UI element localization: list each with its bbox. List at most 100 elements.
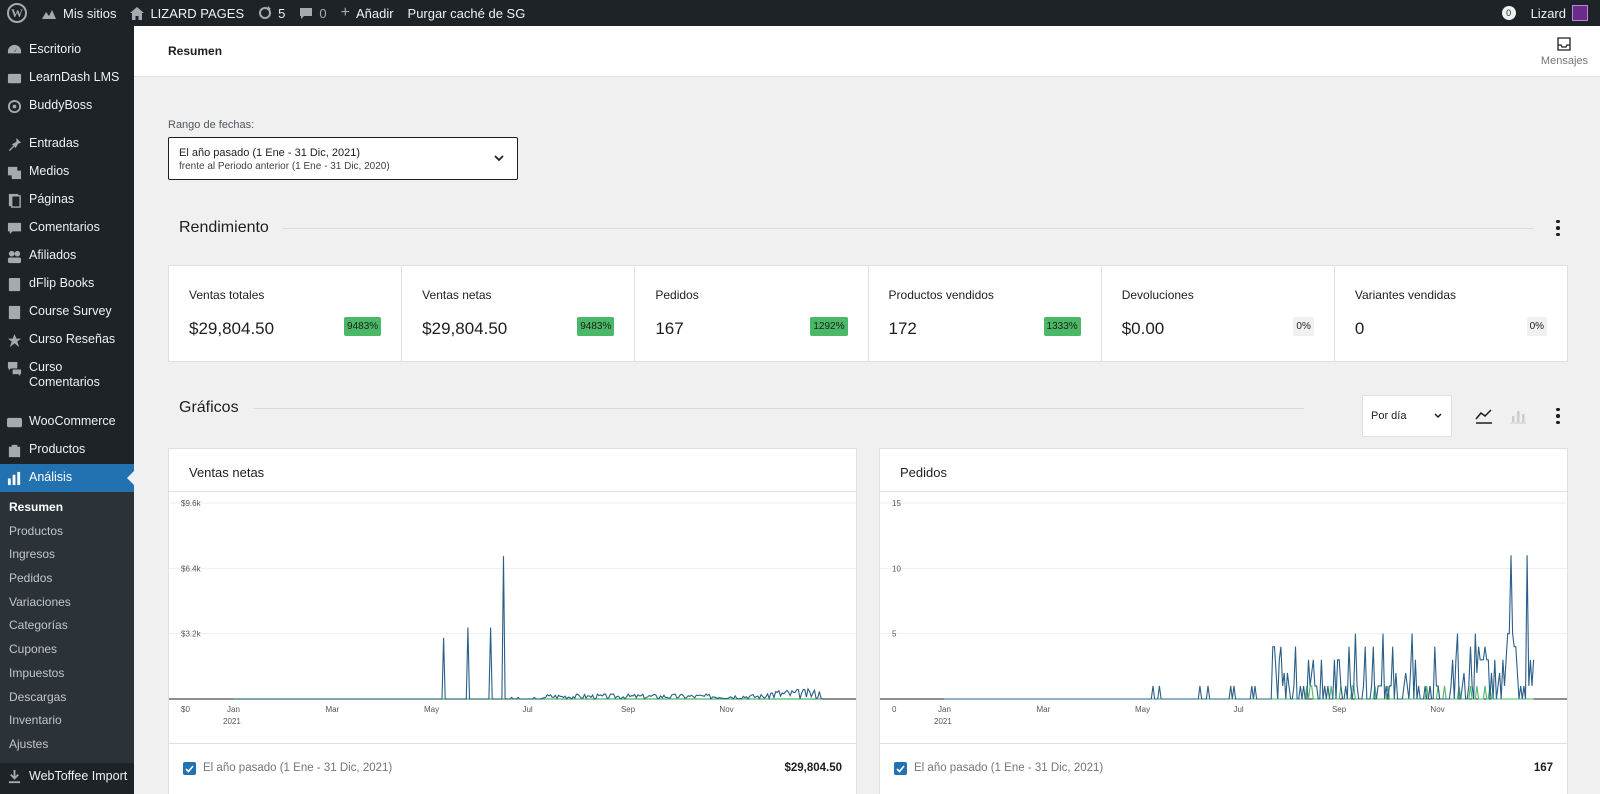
sidebar-item-analisis[interactable]: Análisis: [0, 464, 134, 492]
sidebar-item-course-survey[interactable]: Course Survey: [0, 298, 134, 326]
interval-select[interactable]: Por día: [1362, 395, 1452, 437]
x-tick-label: Mar: [325, 705, 339, 714]
messages-label: Mensajes: [1540, 55, 1588, 67]
page-title: Resumen: [168, 44, 223, 58]
submenu-categorias[interactable]: Categorías: [0, 614, 134, 638]
comments-menu[interactable]: 0: [292, 0, 333, 26]
charts-more-icon[interactable]: [1548, 407, 1568, 425]
submenu-productos[interactable]: Productos: [0, 520, 134, 544]
kpi-pedidos[interactable]: Pedidos 167 1292%: [635, 266, 869, 361]
sidebar-item-label: Medios: [29, 164, 70, 178]
sidebar-item-curso-comentarios[interactable]: Curso Comentarios: [0, 354, 134, 398]
submenu-ajustes[interactable]: Ajustes: [0, 733, 134, 757]
user-account-menu[interactable]: Lizard: [1524, 0, 1600, 26]
sidebar-item-comentarios[interactable]: Comentarios: [0, 214, 134, 242]
sidebar-item-escritorio[interactable]: Escritorio: [0, 36, 134, 64]
updates-menu[interactable]: 5: [251, 0, 292, 26]
kpi-delta-badge: 0%: [1526, 317, 1548, 336]
date-range-label: Rango de fechas:: [168, 119, 255, 131]
date-range-picker[interactable]: El año pasado (1 Ene - 31 Dic, 2021) fre…: [168, 137, 518, 180]
line-chart-icon[interactable]: [1472, 404, 1496, 428]
submenu-pedidos[interactable]: Pedidos: [0, 567, 134, 591]
submenu-ingresos[interactable]: Ingresos: [0, 543, 134, 567]
site-name-menu[interactable]: LIZARD PAGES: [123, 0, 251, 26]
legend-checkbox[interactable]: [894, 762, 907, 775]
book-icon: [6, 276, 22, 292]
y-tick-label: $6.4k: [181, 564, 202, 573]
messages-button[interactable]: Mensajes: [1541, 36, 1588, 67]
sidebar-item-afiliados[interactable]: Afiliados: [0, 242, 134, 270]
x-tick-label: May: [424, 705, 439, 714]
sidebar-item-label: Productos: [29, 442, 86, 456]
chart-legend: El año pasado (1 Ene - 31 Dic, 2021) 167: [880, 743, 1567, 794]
updates-count: 5: [278, 5, 286, 21]
sidebar-item-label: LearnDash LMS: [29, 70, 120, 84]
x-tick-label: Jan: [938, 705, 951, 714]
x-tick-label: Jul: [522, 705, 532, 714]
sidebar-item-label: WebToffee Import: [29, 768, 128, 783]
performance-title: Rendimiento: [179, 219, 269, 236]
chevron-down-icon: [1434, 413, 1442, 419]
import-icon: [6, 769, 22, 785]
sidebar-item-label: Entradas: [29, 136, 80, 150]
y-tick-label: 0: [892, 705, 897, 714]
kpi-variantes-vendidas[interactable]: Variantes vendidas 0 0%: [1335, 266, 1567, 361]
kpi-ventas-totales[interactable]: Ventas totales $29,804.50 9483%: [169, 266, 403, 361]
kpi-label: Ventas totales: [189, 288, 265, 302]
kpi-ventas-netas[interactable]: Ventas netas $29,804.50 9483%: [402, 266, 636, 361]
wordpress-icon: W: [7, 3, 27, 23]
affiliates-icon: [6, 248, 22, 264]
sidebar-item-entradas[interactable]: Entradas: [0, 130, 134, 158]
sidebar-item-dflip-books[interactable]: dFlip Books: [0, 270, 134, 298]
sidebar-item-medios[interactable]: Medios: [0, 158, 134, 186]
submenu-resumen[interactable]: Resumen: [0, 496, 134, 520]
sidebar-item-learndash[interactable]: LearnDash LMS: [0, 64, 134, 92]
submenu-impuestos[interactable]: Impuestos: [0, 662, 134, 686]
kpi-label: Devoluciones: [1121, 288, 1194, 302]
home-icon: [130, 6, 145, 20]
add-new-label: Añadir: [355, 5, 394, 21]
purge-cache-button[interactable]: Purgar caché de SG: [401, 0, 533, 26]
submenu-inventario[interactable]: Inventario: [0, 709, 134, 733]
add-new-menu[interactable]: + Añadir: [334, 0, 401, 26]
series-line-current-period: [233, 556, 823, 701]
performance-cards: Ventas totales $29,804.50 9483% Ventas n…: [168, 265, 1568, 362]
wp-logo-menu[interactable]: W: [0, 0, 34, 26]
sidebar-item-productos[interactable]: Productos: [0, 436, 134, 464]
kpi-productos-vendidos[interactable]: Productos vendidos 172 1333%: [869, 266, 1102, 361]
my-sites-menu[interactable]: Mis sitios: [34, 0, 123, 26]
sidebar-item-label: dFlip Books: [29, 276, 95, 290]
sidebar-item-label: BuddyBoss: [29, 98, 93, 112]
date-range-primary: El año pasado (1 Ene - 31 Dic, 2021): [179, 147, 361, 159]
kpi-devoluciones[interactable]: Devoluciones $0.00 0%: [1102, 266, 1335, 361]
notification-count-badge[interactable]: 0: [1501, 6, 1516, 20]
bar-chart-icon[interactable]: [1506, 404, 1530, 428]
comments-count: 0: [319, 5, 327, 21]
x-tick-label: Mar: [1036, 705, 1050, 714]
sidebar-item-curso-resenas[interactable]: Curso Reseñas: [0, 326, 134, 354]
legend-checkbox[interactable]: [183, 762, 196, 775]
kpi-label: Ventas netas: [422, 288, 492, 302]
submenu-descargas[interactable]: Descargas: [0, 686, 134, 710]
sidebar-item-label: Course Survey: [29, 304, 112, 318]
performance-more-icon[interactable]: [1548, 219, 1568, 237]
y-tick-label: $9.6k: [181, 499, 202, 508]
sidebar-item-woocommerce[interactable]: WooCommerce: [0, 408, 134, 436]
kpi-delta-badge: 9483%: [344, 317, 382, 336]
legend-label: El año pasado (1 Ene - 31 Dic, 2021): [914, 762, 1104, 774]
x-tick-label: Jan: [227, 705, 240, 714]
chart-controls: Por día: [1362, 395, 1568, 437]
sidebar-item-buddyboss[interactable]: BuddyBoss: [0, 92, 134, 120]
submenu-cupones[interactable]: Cupones: [0, 638, 134, 662]
woocommerce-icon: [6, 414, 22, 430]
date-range-compare: frente al Periodo anterior (1 Ene - 31 D…: [179, 161, 390, 172]
submenu-variaciones[interactable]: Variaciones: [0, 591, 134, 615]
sidebar-item-paginas[interactable]: Páginas: [0, 186, 134, 214]
purge-cache-label: Purgar caché de SG: [407, 5, 526, 21]
sidebar-item-label: Curso Reseñas: [29, 332, 116, 346]
admin-sidebar: Escritorio LearnDash LMS BuddyBoss Entra…: [0, 26, 134, 794]
admin-bar: W Mis sitios LIZARD PAGES 5 0 + Añadir P…: [0, 0, 1600, 26]
x-tick-label: Nov: [1430, 705, 1444, 714]
sidebar-item-webtoffee-import[interactable]: WebToffee Import: [0, 763, 134, 791]
x-tick-label: Sep: [1332, 705, 1347, 714]
